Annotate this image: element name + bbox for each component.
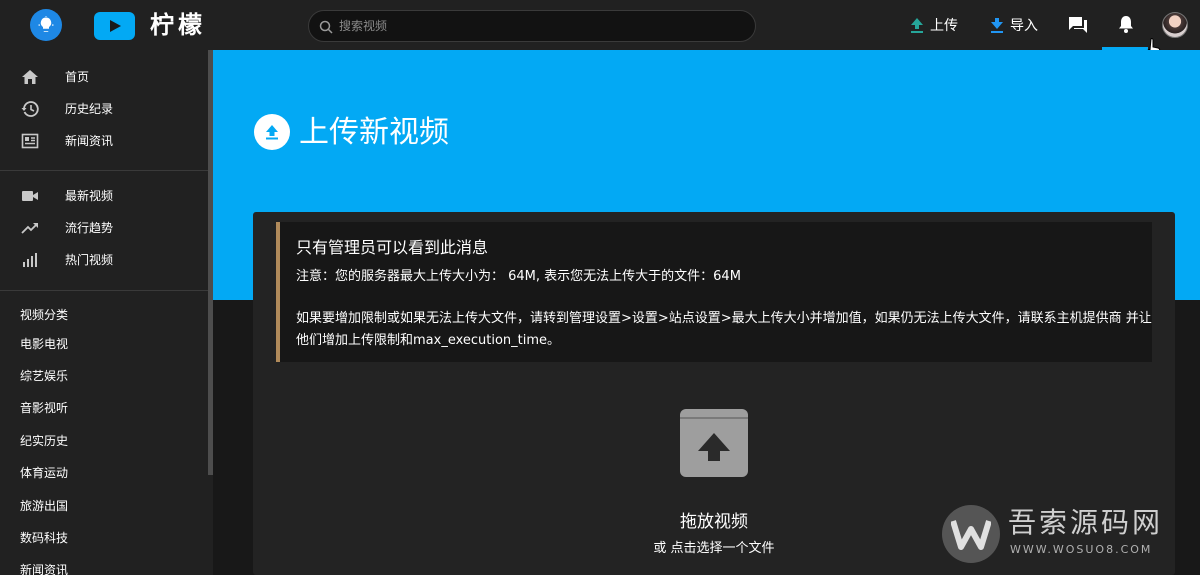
bell-icon	[1118, 15, 1134, 37]
notice-text: 如果要增加限制或如果无法上传大文件，请转到管理设置>设置>站点设置>最大上传大小…	[296, 311, 1152, 348]
admin-notice: 只有管理员可以看到此消息 注意：您的服务器最大上传大小为： 64M, 表示您无法…	[276, 222, 1152, 362]
search-input[interactable]	[339, 11, 739, 41]
notice-text: 注意：您的服务器最大上传大小为： 64M, 表示您无法上传大于的文件：64M	[296, 269, 741, 284]
import-button[interactable]: 导入	[990, 14, 1038, 36]
category-item[interactable]: 体育运动	[20, 463, 68, 483]
category-item[interactable]: 音影视听	[20, 398, 68, 418]
home-icon	[21, 68, 39, 86]
sidebar-item-label: 首页	[65, 70, 90, 84]
category-section-title: 视频分类	[20, 308, 69, 322]
page-title: 上传新视频	[299, 115, 449, 150]
trending-icon	[21, 219, 39, 237]
sidebar-item-label: 历史纪录	[65, 102, 114, 116]
watermark-logo-icon	[942, 505, 1000, 563]
watermark-subtitle: WWW.WOSUO8.COM	[1010, 543, 1153, 556]
lightbulb-icon[interactable]	[30, 9, 62, 41]
upload-label: 上传	[930, 18, 958, 34]
user-avatar[interactable]	[1162, 12, 1188, 38]
sidebar-item-news[interactable]: 新闻资讯	[0, 126, 208, 156]
site-logo-text[interactable]: 柠檬	[150, 10, 206, 40]
videocam-icon	[21, 187, 39, 205]
search-icon	[319, 19, 333, 38]
dropzone-title[interactable]: 拖放视频	[640, 507, 788, 532]
category-item[interactable]: 旅游出国	[20, 496, 68, 516]
bar-chart-icon	[21, 251, 39, 269]
upload-circle-icon	[254, 114, 290, 150]
category-item[interactable]: 数码科技	[20, 528, 68, 548]
import-label: 导入	[1010, 18, 1038, 34]
messages-icon[interactable]	[1068, 15, 1088, 39]
notice-title: 只有管理员可以看到此消息	[296, 238, 489, 257]
sidebar-divider	[0, 170, 208, 171]
sidebar-item-history[interactable]: 历史纪录	[0, 94, 208, 124]
category-item[interactable]: 纪实历史	[20, 431, 68, 451]
top-header: 柠檬 上传 导入	[0, 0, 1200, 59]
category-item[interactable]: 电影电视	[20, 334, 68, 354]
watermark: 吾索源码网 WWW.WOSUO8.COM	[938, 503, 1200, 575]
news-icon	[21, 132, 39, 150]
sidebar-item-home[interactable]: 首页	[0, 62, 208, 92]
category-item[interactable]: 综艺娱乐	[20, 366, 68, 386]
sidebar-divider	[0, 290, 208, 291]
sidebar-item-label: 最新视频	[65, 189, 114, 203]
upload-box-icon[interactable]	[680, 409, 748, 477]
logo-play-icon[interactable]	[94, 12, 135, 40]
upload-icon	[911, 18, 923, 33]
history-icon	[21, 100, 39, 118]
upload-button[interactable]: 上传	[910, 14, 958, 36]
sidebar: 首页 历史纪录 新闻资讯 最新视频 流行趋势 热门视频 视频分类 电影电视 综艺…	[0, 50, 213, 575]
sidebar-item-trending[interactable]: 流行趋势	[0, 213, 208, 243]
notifications-tab[interactable]	[1102, 0, 1148, 50]
sidebar-item-label: 新闻资讯	[65, 134, 114, 148]
sidebar-item-label: 热门视频	[65, 253, 114, 267]
sidebar-item-popular[interactable]: 热门视频	[0, 245, 208, 275]
select-file-link[interactable]: 或 点击选择一个文件	[620, 537, 808, 556]
download-icon	[991, 18, 1003, 33]
sidebar-item-latest[interactable]: 最新视频	[0, 181, 208, 211]
category-item[interactable]: 新闻资讯	[20, 560, 68, 575]
sidebar-item-label: 流行趋势	[65, 221, 114, 235]
watermark-title: 吾索源码网	[1008, 506, 1164, 539]
search-box[interactable]	[308, 10, 756, 42]
